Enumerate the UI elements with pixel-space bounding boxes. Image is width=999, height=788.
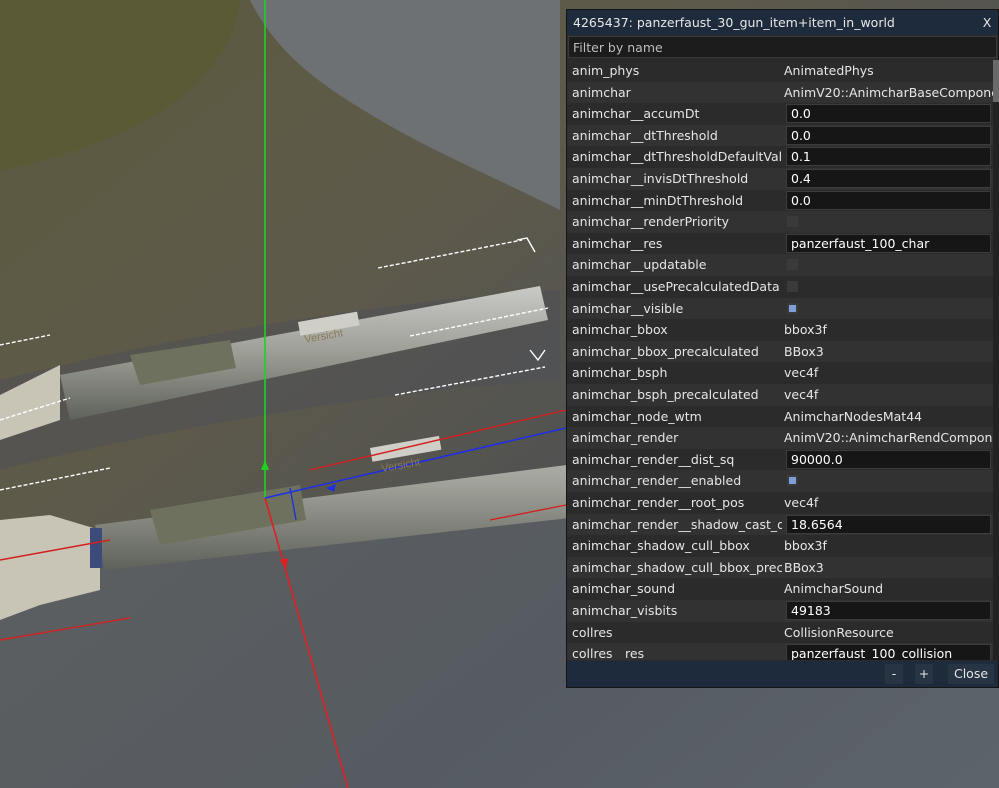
property-row: animchar__usePrecalculatedData bbox=[567, 276, 993, 298]
property-checkbox[interactable] bbox=[787, 302, 798, 314]
property-name: animchar_bbox_precalculated bbox=[572, 343, 759, 359]
property-name: animchar_bsph bbox=[572, 365, 668, 381]
property-row: collres CollisionResource bbox=[567, 622, 993, 644]
property-value-input[interactable]: 0.0 bbox=[786, 104, 991, 124]
close-window-button[interactable]: X bbox=[976, 10, 998, 35]
property-value: BBox3 bbox=[784, 559, 824, 575]
property-name: animchar__dtThreshold bbox=[572, 127, 718, 143]
property-name: animchar_render__dist_sq bbox=[572, 451, 735, 467]
entity-inspector-window: 4265437: panzerfaust_30_gun_item+item_in… bbox=[566, 9, 999, 688]
property-value: vec4f bbox=[784, 365, 819, 381]
property-value-input[interactable]: 0.0 bbox=[786, 190, 991, 210]
plus-button[interactable]: + bbox=[915, 664, 933, 684]
property-row: animchar_bsph vec4f bbox=[567, 362, 993, 384]
property-row: anim_phys AnimatedPhys bbox=[567, 60, 993, 82]
property-row: animchar__updatable bbox=[567, 254, 993, 276]
property-row: animchar__invisDtThreshold 0.4 bbox=[567, 168, 993, 190]
property-row: animchar__res panzerfaust_100_char bbox=[567, 233, 993, 255]
property-name: animchar__res bbox=[572, 235, 663, 251]
property-name: animchar_visbits bbox=[572, 603, 678, 618]
property-value: vec4f bbox=[784, 387, 819, 402]
property-row: animchar_render__enabled bbox=[567, 470, 993, 492]
property-value: AnimcharNodesMat44 bbox=[784, 408, 923, 424]
property-name: animchar_bbox bbox=[572, 322, 668, 338]
property-value-input[interactable]: 18.6564 bbox=[786, 514, 991, 534]
property-name: animchar_render__shadow_cast_dist bbox=[572, 516, 782, 532]
window-title: 4265437: panzerfaust_30_gun_item+item_in… bbox=[573, 15, 895, 30]
property-value: AnimV20::AnimcharBaseComponent bbox=[784, 84, 993, 100]
property-name: animchar_node_wtm bbox=[572, 408, 702, 424]
property-checkbox[interactable] bbox=[787, 216, 798, 228]
property-row: animchar__dtThresholdDefaultValue 0.1 bbox=[567, 146, 993, 168]
property-value: CollisionResource bbox=[784, 624, 894, 640]
property-name: animchar__dtThresholdDefaultValue bbox=[572, 149, 782, 165]
property-name: animchar__visible bbox=[572, 300, 684, 316]
property-value: AnimV20::AnimcharRendComponent bbox=[784, 430, 993, 446]
property-row: animchar__minDtThreshold 0.0 bbox=[567, 190, 993, 212]
property-value-input[interactable]: panzerfaust_100_char bbox=[786, 233, 991, 253]
property-name: animchar_shadow_cull_bbox bbox=[572, 538, 750, 554]
property-name: animchar_sound bbox=[572, 581, 676, 597]
filter-input[interactable]: Filter by name bbox=[568, 36, 997, 58]
property-name: animchar_render__root_pos bbox=[572, 495, 745, 510]
property-value: AnimatedPhys bbox=[784, 63, 874, 78]
property-value-input[interactable]: 0.4 bbox=[786, 169, 991, 188]
property-row: animchar_visbits 49183 bbox=[567, 600, 993, 622]
property-name: anim_phys bbox=[572, 63, 640, 78]
scrollbar[interactable] bbox=[993, 60, 999, 660]
property-row: animchar AnimV20::AnimcharBaseComponent bbox=[567, 81, 993, 104]
property-row: animchar_sound AnimcharSound bbox=[567, 578, 993, 600]
close-button[interactable]: Close bbox=[948, 664, 994, 684]
property-value: vec4f bbox=[784, 495, 819, 510]
property-name: animchar__minDtThreshold bbox=[572, 192, 744, 208]
property-row: animchar_node_wtm AnimcharNodesMat44 bbox=[567, 406, 993, 428]
property-name: collres bbox=[572, 624, 613, 640]
property-name: animchar__updatable bbox=[572, 257, 707, 273]
property-name: collres__res bbox=[572, 646, 645, 660]
property-name: animchar__renderPriority bbox=[572, 214, 730, 230]
property-value-input[interactable]: 0.0 bbox=[786, 125, 991, 145]
scrollbar-thumb[interactable] bbox=[993, 60, 999, 102]
property-name: animchar bbox=[572, 84, 631, 100]
property-value: AnimcharSound bbox=[784, 581, 884, 597]
property-value: bbox3f bbox=[784, 322, 827, 338]
property-row: animchar__visible bbox=[567, 297, 993, 320]
property-row: animchar_render__root_pos vec4f bbox=[567, 492, 993, 514]
property-name: animchar__accumDt bbox=[572, 106, 700, 122]
property-checkbox[interactable] bbox=[787, 475, 798, 487]
property-value: BBox3 bbox=[784, 343, 824, 359]
property-name: animchar_shadow_cull_bbox_precalc bbox=[572, 559, 782, 575]
property-value: bbox3f bbox=[784, 538, 827, 554]
property-row: animchar_shadow_cull_bbox_precalc BBox3 bbox=[567, 556, 993, 579]
property-value-input[interactable]: 90000.0 bbox=[786, 449, 991, 469]
property-row: animchar__renderPriority bbox=[567, 211, 993, 233]
property-row: animchar_render AnimV20::AnimcharRendComp… bbox=[567, 427, 993, 449]
property-name: animchar_bsph_precalculated bbox=[572, 387, 759, 402]
property-value-input[interactable]: panzerfaust_100_collision bbox=[786, 644, 991, 660]
property-value-input[interactable]: 0.1 bbox=[786, 147, 991, 167]
property-row: animchar__accumDt 0.0 bbox=[567, 103, 993, 125]
property-row: animchar__dtThreshold 0.0 bbox=[567, 124, 993, 147]
property-row: animchar_bbox bbox3f bbox=[567, 319, 993, 341]
window-titlebar[interactable]: 4265437: panzerfaust_30_gun_item+item_in… bbox=[567, 10, 998, 35]
property-row: animchar_bsph_precalculated vec4f bbox=[567, 384, 993, 406]
property-row: animchar_render__shadow_cast_dist 18.6564 bbox=[567, 513, 993, 536]
property-list: anim_phys AnimatedPhys animchar AnimV20::An… bbox=[567, 60, 993, 660]
property-row: animchar_render__dist_sq 90000.0 bbox=[567, 449, 993, 471]
property-row: collres__res panzerfaust_100_collision bbox=[567, 643, 993, 660]
property-checkbox[interactable] bbox=[787, 259, 798, 271]
property-name: animchar__usePrecalculatedData bbox=[572, 279, 780, 294]
property-value-input[interactable]: 49183 bbox=[786, 601, 991, 620]
property-checkbox[interactable] bbox=[787, 281, 798, 292]
property-row: animchar_bbox_precalculated BBox3 bbox=[567, 340, 993, 363]
minus-button[interactable]: - bbox=[885, 664, 903, 684]
property-name: animchar_render bbox=[572, 430, 679, 446]
window-footer: - + Close bbox=[567, 661, 998, 687]
property-row: animchar_shadow_cull_bbox bbox3f bbox=[567, 535, 993, 557]
property-name: animchar__invisDtThreshold bbox=[572, 171, 749, 186]
property-name: animchar_render__enabled bbox=[572, 473, 742, 489]
